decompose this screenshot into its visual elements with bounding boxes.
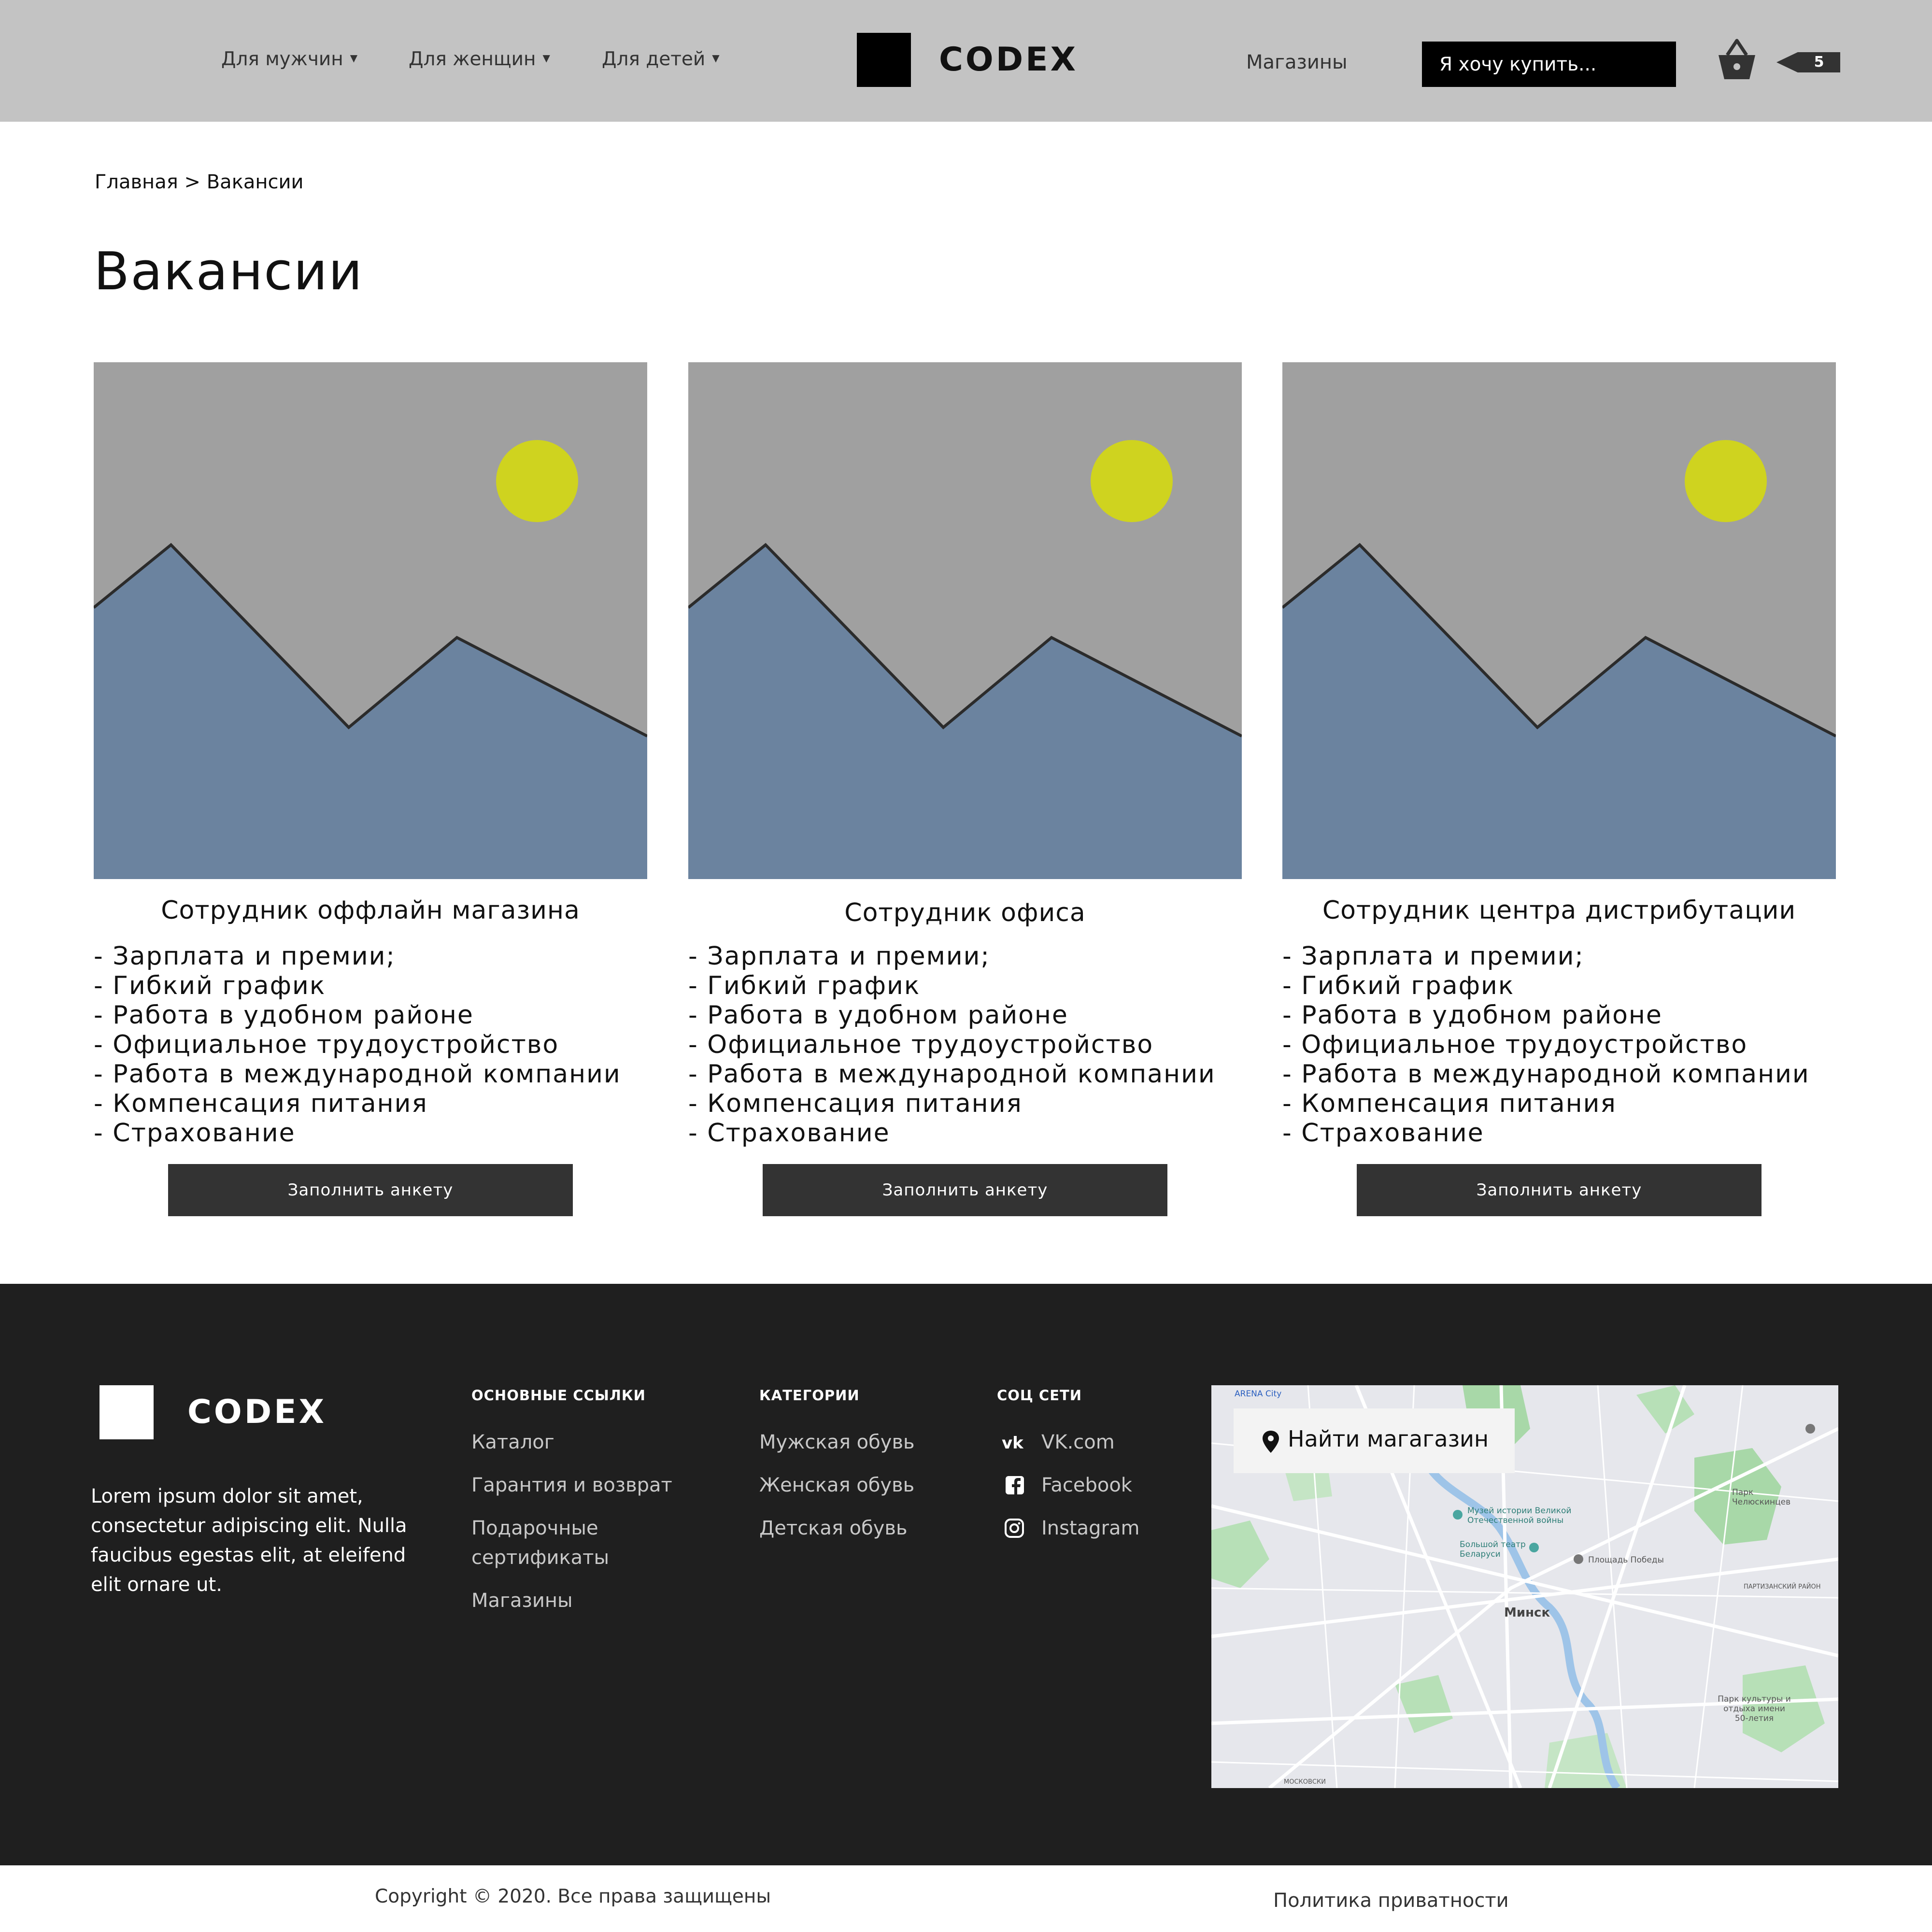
map-label: Парк культуры и отдыха имени 50-летия [1718,1694,1791,1723]
benefit-item: - Работа в международной компании [1282,1060,1810,1089]
bottom-bar: Copyright © 2020. Все права защищены Пол… [0,1865,1932,1932]
map-label: Площадь Победы [1588,1555,1664,1565]
map-label: Музей истории Великой Отечественной войн… [1467,1506,1572,1525]
footer-logo-mark[interactable] [99,1385,154,1439]
benefit-item: - Официальное трудоустройство [94,1030,559,1059]
apply-button[interactable]: Заполнить анкету [168,1164,573,1216]
benefit-item: - Работа в международной компании [688,1060,1216,1089]
footer-logo-text[interactable]: CODEX [187,1393,327,1431]
benefit-item: - Зарплата и премии; [94,942,396,971]
benefit-item: - Работа в удобном районе [94,1001,474,1030]
vacancy-benefits: - Зарплата и премии; - Гибкий график - Р… [1282,942,1810,1148]
map-label: МОСКОВСКИ [1284,1778,1326,1786]
footer-link-catalog[interactable]: Каталог [471,1428,554,1457]
find-store-label: Найти магагазин [1288,1426,1489,1452]
caret-down-icon: ▼ [350,52,358,64]
image-placeholder-icon [94,362,647,879]
benefit-item: - Работа в удобном районе [1282,1001,1662,1030]
find-store-button[interactable]: Найти магагазин [1234,1408,1515,1473]
footer-link-gift-cards[interactable]: Подарочные сертификаты [471,1514,674,1573]
vacancy-benefits: - Зарплата и премии; - Гибкий график - Р… [688,942,1216,1148]
footer-link-women-shoes[interactable]: Женская обувь [759,1471,914,1500]
benefit-item: - Гибкий график [1282,971,1515,1000]
social-link-facebook[interactable]: Facebook [997,1471,1132,1500]
footer-description: Lorem ipsum dolor sit amet, consectetur … [91,1485,407,1596]
benefit-item: - Компенсация питания [94,1089,428,1118]
benefit-item: - Зарплата и премии; [1282,942,1584,971]
instagram-icon [997,1514,1032,1543]
search-input[interactable] [1422,42,1676,87]
nav-kids-label: Для детей [602,48,706,70]
breadcrumb-separator: > [184,171,201,193]
nav-kids[interactable]: Для детей ▼ [602,48,720,70]
caret-down-icon: ▼ [542,52,550,64]
benefit-item: - Страхование [94,1119,296,1148]
benefit-item: - Работа в удобном районе [688,1001,1068,1030]
cart-count: 5 [1798,52,1840,72]
badge-arrow [1776,52,1798,72]
benefit-item: - Компенсация питания [688,1089,1023,1118]
breadcrumb-current: Вакансии [206,171,304,193]
map-city-label: Минск [1504,1605,1550,1620]
map-label: ПАРТИЗАНСКИЙ РАЙОН [1744,1583,1821,1591]
image-placeholder-icon [688,362,1242,879]
vk-icon: vk [997,1428,1032,1457]
benefit-item: - Работа в международной компании [94,1060,621,1089]
privacy-policy-link[interactable]: Политика приватности [1273,1889,1509,1912]
benefit-item: - Страхование [1282,1119,1484,1148]
footer-categories-title: КАТЕГОРИИ [759,1387,860,1404]
social-label: Instagram [1041,1517,1140,1539]
vacancy-title: Сотрудник центра дистрибутации [1322,896,1796,925]
footer-link-stores[interactable]: Магазины [471,1586,573,1616]
benefit-item: - Гибкий график [688,971,921,1000]
breadcrumb: Главная > Вакансии [95,171,304,193]
nav-men[interactable]: Для мужчин ▼ [221,48,357,70]
facebook-icon [997,1471,1032,1500]
map-label: Парк Челюскинцев [1732,1488,1791,1507]
image-placeholder-icon [1282,362,1836,879]
footer-main-links-title: ОСНОВНЫЕ ССЫЛКИ [471,1387,646,1404]
benefit-item: - Официальное трудоустройство [688,1030,1154,1059]
social-link-instagram[interactable]: Instagram [997,1514,1140,1543]
breadcrumb-home[interactable]: Главная [95,171,178,193]
basket-icon[interactable] [1714,38,1760,81]
logo-text[interactable]: CODEX [939,41,1078,79]
svg-text:vk: vk [1002,1434,1024,1453]
apply-button[interactable]: Заполнить анкету [763,1164,1167,1216]
caret-down-icon: ▼ [712,52,720,64]
logo-mark[interactable] [857,33,911,87]
benefit-item: - Гибкий график [94,971,326,1000]
benefit-item: - Зарплата и премии; [688,942,990,971]
apply-button[interactable]: Заполнить анкету [1357,1164,1762,1216]
site-footer: CODEX Lorem ipsum dolor sit amet, consec… [0,1284,1932,1865]
site-header: Для мужчин ▼ Для женщин ▼ Для детей ▼ CODEX… [0,0,1932,122]
nav-men-label: Для мужчин [221,48,343,70]
stores-link[interactable]: Магазины [1246,51,1348,73]
social-label: Facebook [1041,1474,1132,1496]
page-title: Вакансии [94,242,364,302]
copyright-text: Copyright © 2020. Все права защищены [375,1886,771,1907]
footer-link-men-shoes[interactable]: Мужская обувь [759,1428,915,1457]
nav-women[interactable]: Для женщин ▼ [409,48,550,70]
vacancy-title: Сотрудник офиса [844,898,1086,927]
map-label: Большой театр Беларуси [1460,1540,1526,1559]
benefit-item: - Компенсация питания [1282,1089,1617,1118]
benefit-item: - Страхование [688,1119,890,1148]
footer-link-warranty[interactable]: Гарантия и возврат [471,1471,672,1500]
map-label: ARENA City [1235,1389,1282,1399]
vacancy-title: Сотрудник оффлайн магазина [161,896,580,925]
map-pin-icon [1263,1431,1279,1453]
benefit-item: - Официальное трудоустройство [1282,1030,1748,1059]
footer-link-kids-shoes[interactable]: Детская обувь [759,1514,908,1543]
social-link-vk[interactable]: vk VK.com [997,1428,1115,1457]
social-label: VK.com [1041,1431,1115,1453]
vacancy-benefits: - Зарплата и премии; - Гибкий график - Р… [94,942,621,1148]
store-map[interactable]: ARENA City Музей истории Великой Отечест… [1211,1385,1838,1788]
cart-count-badge[interactable]: 5 [1776,52,1840,72]
footer-social-title: СОЦ СЕТИ [997,1387,1082,1404]
nav-women-label: Для женщин [409,48,536,70]
